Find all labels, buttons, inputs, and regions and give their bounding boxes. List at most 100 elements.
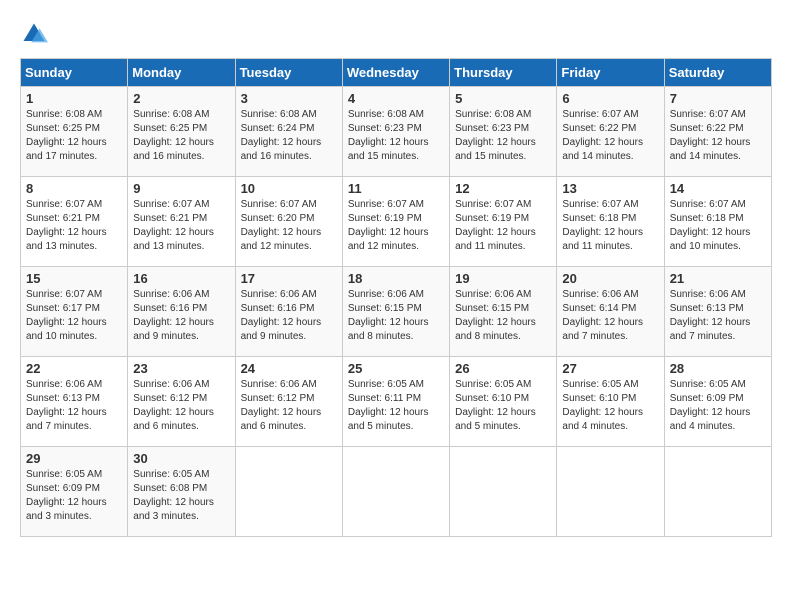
day-cell-3: 3 Sunrise: 6:08 AMSunset: 6:24 PMDaylight… [235,87,342,177]
day-number: 30 [133,451,229,466]
day-number: 1 [26,91,122,106]
day-info: Sunrise: 6:06 AM Sunset: 6:14 PM Dayligh… [562,288,658,344]
day-number: 23 [133,361,229,376]
logo [20,20,52,48]
calendar-week-2: 15 Sunrise: 6:07 AM Sunset: 6:17 PM Dayl… [21,267,772,357]
header-cell-friday: Friday [557,59,664,87]
day-cell-11: 11 Sunrise: 6:07 AM Sunset: 6:19 PM Dayl… [342,177,449,267]
day-number: 9 [133,181,229,196]
header-row: SundayMondayTuesdayWednesdayThursdayFrid… [21,59,772,87]
day-info: Sunrise: 6:06 AM Sunset: 6:15 PM Dayligh… [348,288,444,344]
day-cell-28: 28 Sunrise: 6:05 AM Sunset: 6:09 PM Dayl… [664,357,771,447]
day-info: Sunrise: 6:08 AMSunset: 6:23 PMDaylight:… [455,108,551,164]
day-info: Sunrise: 6:07 AM Sunset: 6:18 PM Dayligh… [670,198,766,254]
day-cell-10: 10 Sunrise: 6:07 AM Sunset: 6:20 PM Dayl… [235,177,342,267]
day-cell-22: 22 Sunrise: 6:06 AM Sunset: 6:13 PM Dayl… [21,357,128,447]
day-cell-17: 17 Sunrise: 6:06 AM Sunset: 6:16 PM Dayl… [235,267,342,357]
day-number: 12 [455,181,551,196]
day-cell-1: 1 Sunrise: 6:08 AMSunset: 6:25 PMDaylight… [21,87,128,177]
header-cell-monday: Monday [128,59,235,87]
day-cell-14: 14 Sunrise: 6:07 AM Sunset: 6:18 PM Dayl… [664,177,771,267]
day-info: Sunrise: 6:07 AM Sunset: 6:17 PM Dayligh… [26,288,122,344]
day-info: Sunrise: 6:05 AM Sunset: 6:10 PM Dayligh… [455,378,551,434]
day-number: 11 [348,181,444,196]
day-number: 18 [348,271,444,286]
calendar-week-1: 8 Sunrise: 6:07 AM Sunset: 6:21 PM Dayli… [21,177,772,267]
header-cell-sunday: Sunday [21,59,128,87]
day-info: Sunrise: 6:07 AMSunset: 6:22 PMDaylight:… [670,108,766,164]
day-info: Sunrise: 6:08 AMSunset: 6:25 PMDaylight:… [26,108,122,164]
day-cell-9: 9 Sunrise: 6:07 AM Sunset: 6:21 PM Dayli… [128,177,235,267]
page-header [20,20,772,48]
day-cell-5: 5 Sunrise: 6:08 AMSunset: 6:23 PMDaylight… [450,87,557,177]
day-info: Sunrise: 6:05 AM Sunset: 6:09 PM Dayligh… [670,378,766,434]
day-number: 28 [670,361,766,376]
day-info: Sunrise: 6:07 AMSunset: 6:22 PMDaylight:… [562,108,658,164]
day-cell-16: 16 Sunrise: 6:06 AM Sunset: 6:16 PM Dayl… [128,267,235,357]
day-info: Sunrise: 6:05 AM Sunset: 6:08 PM Dayligh… [133,468,229,524]
day-info: Sunrise: 6:05 AM Sunset: 6:09 PM Dayligh… [26,468,122,524]
day-cell-29: 29 Sunrise: 6:05 AM Sunset: 6:09 PM Dayl… [21,447,128,537]
day-number: 26 [455,361,551,376]
day-info: Sunrise: 6:06 AM Sunset: 6:16 PM Dayligh… [241,288,337,344]
calendar-week-4: 29 Sunrise: 6:05 AM Sunset: 6:09 PM Dayl… [21,447,772,537]
day-info: Sunrise: 6:07 AM Sunset: 6:21 PM Dayligh… [133,198,229,254]
day-number: 3 [241,91,337,106]
empty-cell [557,447,664,537]
day-cell-24: 24 Sunrise: 6:06 AM Sunset: 6:12 PM Dayl… [235,357,342,447]
calendar-week-3: 22 Sunrise: 6:06 AM Sunset: 6:13 PM Dayl… [21,357,772,447]
empty-cell [450,447,557,537]
day-number: 10 [241,181,337,196]
day-info: Sunrise: 6:07 AM Sunset: 6:20 PM Dayligh… [241,198,337,254]
header-cell-wednesday: Wednesday [342,59,449,87]
day-info: Sunrise: 6:06 AM Sunset: 6:13 PM Dayligh… [670,288,766,344]
day-cell-19: 19 Sunrise: 6:06 AM Sunset: 6:15 PM Dayl… [450,267,557,357]
day-number: 7 [670,91,766,106]
day-number: 6 [562,91,658,106]
day-cell-27: 27 Sunrise: 6:05 AM Sunset: 6:10 PM Dayl… [557,357,664,447]
calendar-body: 1 Sunrise: 6:08 AMSunset: 6:25 PMDaylight… [21,87,772,537]
day-cell-21: 21 Sunrise: 6:06 AM Sunset: 6:13 PM Dayl… [664,267,771,357]
day-cell-8: 8 Sunrise: 6:07 AM Sunset: 6:21 PM Dayli… [21,177,128,267]
header-cell-thursday: Thursday [450,59,557,87]
day-number: 25 [348,361,444,376]
day-number: 14 [670,181,766,196]
day-number: 16 [133,271,229,286]
day-info: Sunrise: 6:08 AMSunset: 6:23 PMDaylight:… [348,108,444,164]
day-info: Sunrise: 6:07 AM Sunset: 6:19 PM Dayligh… [348,198,444,254]
day-number: 4 [348,91,444,106]
header-cell-tuesday: Tuesday [235,59,342,87]
day-info: Sunrise: 6:08 AMSunset: 6:24 PMDaylight:… [241,108,337,164]
day-cell-18: 18 Sunrise: 6:06 AM Sunset: 6:15 PM Dayl… [342,267,449,357]
empty-cell [342,447,449,537]
day-info: Sunrise: 6:08 AMSunset: 6:25 PMDaylight:… [133,108,229,164]
logo-icon [20,20,48,48]
day-cell-23: 23 Sunrise: 6:06 AM Sunset: 6:12 PM Dayl… [128,357,235,447]
day-number: 8 [26,181,122,196]
day-number: 29 [26,451,122,466]
day-info: Sunrise: 6:06 AM Sunset: 6:12 PM Dayligh… [241,378,337,434]
day-number: 19 [455,271,551,286]
calendar-week-0: 1 Sunrise: 6:08 AMSunset: 6:25 PMDaylight… [21,87,772,177]
day-number: 15 [26,271,122,286]
day-cell-30: 30 Sunrise: 6:05 AM Sunset: 6:08 PM Dayl… [128,447,235,537]
day-info: Sunrise: 6:07 AM Sunset: 6:19 PM Dayligh… [455,198,551,254]
day-cell-7: 7 Sunrise: 6:07 AMSunset: 6:22 PMDaylight… [664,87,771,177]
header-cell-saturday: Saturday [664,59,771,87]
day-cell-25: 25 Sunrise: 6:05 AM Sunset: 6:11 PM Dayl… [342,357,449,447]
day-info: Sunrise: 6:06 AM Sunset: 6:16 PM Dayligh… [133,288,229,344]
day-info: Sunrise: 6:06 AM Sunset: 6:15 PM Dayligh… [455,288,551,344]
day-number: 5 [455,91,551,106]
day-number: 13 [562,181,658,196]
day-info: Sunrise: 6:06 AM Sunset: 6:13 PM Dayligh… [26,378,122,434]
day-number: 21 [670,271,766,286]
day-cell-15: 15 Sunrise: 6:07 AM Sunset: 6:17 PM Dayl… [21,267,128,357]
day-cell-26: 26 Sunrise: 6:05 AM Sunset: 6:10 PM Dayl… [450,357,557,447]
calendar-table: SundayMondayTuesdayWednesdayThursdayFrid… [20,58,772,537]
day-number: 22 [26,361,122,376]
day-info: Sunrise: 6:05 AM Sunset: 6:11 PM Dayligh… [348,378,444,434]
day-cell-6: 6 Sunrise: 6:07 AMSunset: 6:22 PMDaylight… [557,87,664,177]
day-info: Sunrise: 6:07 AM Sunset: 6:21 PM Dayligh… [26,198,122,254]
empty-cell [235,447,342,537]
day-number: 2 [133,91,229,106]
